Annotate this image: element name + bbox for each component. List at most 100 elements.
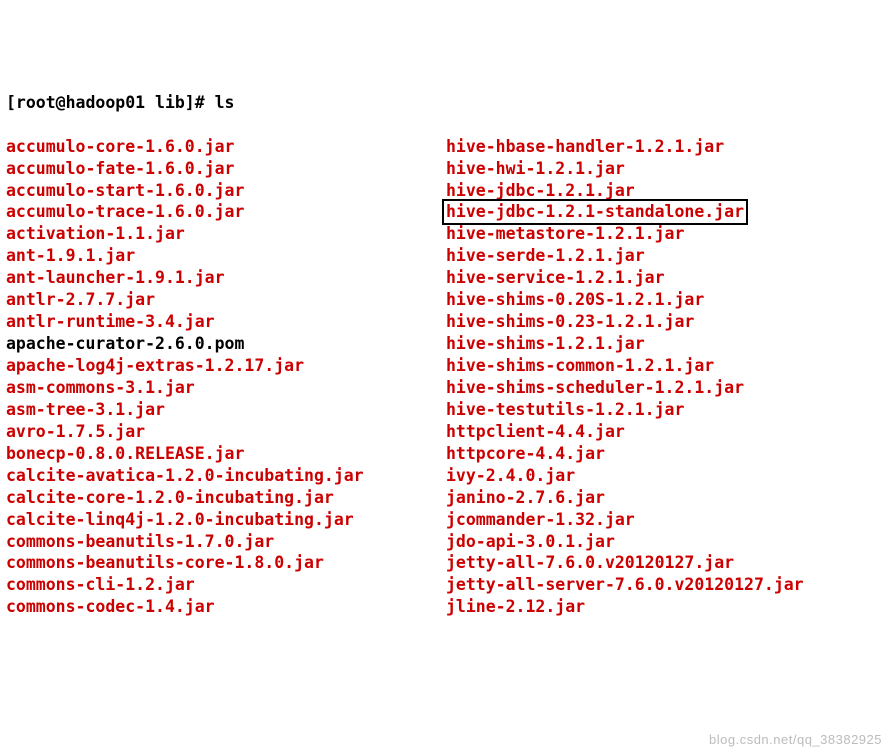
file-name: commons-beanutils-1.7.0.jar: [6, 532, 274, 551]
file-entry: bonecp-0.8.0.RELEASE.jar: [6, 443, 446, 465]
file-entry: hive-service-1.2.1.jar: [446, 267, 665, 289]
file-entry: jcommander-1.32.jar: [446, 509, 635, 531]
watermark-text: blog.csdn.net/qq_38382925: [709, 731, 882, 748]
file-entry: apache-log4j-extras-1.2.17.jar: [6, 355, 446, 377]
file-entry: calcite-avatica-1.2.0-incubating.jar: [6, 465, 446, 487]
file-name: ant-1.9.1.jar: [6, 246, 135, 265]
ls-row: calcite-core-1.2.0-incubating.jar janino-…: [6, 487, 882, 509]
file-entry: hive-shims-0.23-1.2.1.jar: [446, 311, 694, 333]
file-entry: hive-hbase-handler-1.2.1.jar: [446, 136, 724, 158]
file-name: accumulo-core-1.6.0.jar: [6, 137, 234, 156]
ls-row: commons-cli-1.2.jar jetty-all-server-7.6.…: [6, 574, 882, 596]
file-name: jetty-all-server-7.6.0.v20120127.jar: [446, 575, 804, 594]
file-entry: accumulo-start-1.6.0.jar: [6, 180, 446, 202]
file-name: asm-tree-3.1.jar: [6, 400, 165, 419]
file-name: commons-beanutils-core-1.8.0.jar: [6, 553, 324, 572]
file-entry: janino-2.7.6.jar: [446, 487, 605, 509]
file-name: calcite-core-1.2.0-incubating.jar: [6, 488, 334, 507]
file-name: ant-launcher-1.9.1.jar: [6, 268, 225, 287]
file-entry: hive-shims-0.20S-1.2.1.jar: [446, 289, 704, 311]
file-entry: jline-2.12.jar: [446, 596, 585, 618]
file-name: janino-2.7.6.jar: [446, 488, 605, 507]
file-name: hive-jdbc-1.2.1-standalone.jar: [446, 202, 744, 221]
file-entry: commons-cli-1.2.jar: [6, 574, 446, 596]
file-entry: accumulo-trace-1.6.0.jar: [6, 201, 446, 223]
file-name: accumulo-trace-1.6.0.jar: [6, 202, 244, 221]
file-entry: jetty-all-7.6.0.v20120127.jar: [446, 552, 734, 574]
file-name: accumulo-fate-1.6.0.jar: [6, 159, 234, 178]
file-name: jetty-all-7.6.0.v20120127.jar: [446, 553, 734, 572]
file-name: hive-hbase-handler-1.2.1.jar: [446, 137, 724, 156]
file-name: calcite-linq4j-1.2.0-incubating.jar: [6, 510, 354, 529]
file-name: hive-shims-1.2.1.jar: [446, 334, 645, 353]
file-entry: asm-tree-3.1.jar: [6, 399, 446, 421]
file-entry: avro-1.7.5.jar: [6, 421, 446, 443]
file-name: httpcore-4.4.jar: [446, 444, 605, 463]
ls-row: asm-commons-3.1.jar hive-shims-scheduler-…: [6, 377, 882, 399]
file-name: accumulo-start-1.6.0.jar: [6, 181, 244, 200]
shell-prompt: [root@hadoop01 lib]# ls: [6, 92, 882, 114]
ls-row: commons-beanutils-1.7.0.jar jdo-api-3.0.1…: [6, 531, 882, 553]
file-entry: calcite-core-1.2.0-incubating.jar: [6, 487, 446, 509]
file-entry: jetty-all-server-7.6.0.v20120127.jar: [446, 574, 804, 596]
file-entry: antlr-runtime-3.4.jar: [6, 311, 446, 333]
file-name: hive-service-1.2.1.jar: [446, 268, 665, 287]
file-name: asm-commons-3.1.jar: [6, 378, 195, 397]
file-name: ivy-2.4.0.jar: [446, 466, 575, 485]
file-entry: hive-metastore-1.2.1.jar: [446, 223, 684, 245]
file-name: commons-codec-1.4.jar: [6, 597, 215, 616]
ls-row: commons-beanutils-core-1.8.0.jar jetty-al…: [6, 552, 882, 574]
ls-row: accumulo-fate-1.6.0.jar hive-hwi-1.2.1.ja…: [6, 158, 882, 180]
file-entry: commons-beanutils-core-1.8.0.jar: [6, 552, 446, 574]
file-name: calcite-avatica-1.2.0-incubating.jar: [6, 466, 364, 485]
ls-row: apache-curator-2.6.0.pom hive-shims-1.2.1…: [6, 333, 882, 355]
file-name: activation-1.1.jar: [6, 224, 185, 243]
ls-row: activation-1.1.jar hive-metastore-1.2.1.j…: [6, 223, 882, 245]
ls-row: antlr-2.7.7.jar hive-shims-0.20S-1.2.1.ja…: [6, 289, 882, 311]
file-entry: hive-jdbc-1.2.1.jar: [446, 180, 635, 202]
file-name: hive-shims-common-1.2.1.jar: [446, 356, 714, 375]
ls-row: calcite-avatica-1.2.0-incubating.jar ivy-…: [6, 465, 882, 487]
file-entry: antlr-2.7.7.jar: [6, 289, 446, 311]
file-entry: ant-launcher-1.9.1.jar: [6, 267, 446, 289]
file-name: avro-1.7.5.jar: [6, 422, 145, 441]
file-name: hive-jdbc-1.2.1.jar: [446, 181, 635, 200]
file-entry: jdo-api-3.0.1.jar: [446, 531, 615, 553]
file-name: hive-hwi-1.2.1.jar: [446, 159, 625, 178]
highlight-box: hive-jdbc-1.2.1-standalone.jar: [442, 199, 748, 225]
file-name: antlr-2.7.7.jar: [6, 290, 155, 309]
file-entry: apache-curator-2.6.0.pom: [6, 333, 446, 355]
file-entry: hive-jdbc-1.2.1-standalone.jar: [446, 201, 748, 223]
file-entry: accumulo-core-1.6.0.jar: [6, 136, 446, 158]
file-entry: hive-shims-scheduler-1.2.1.jar: [446, 377, 744, 399]
file-name: hive-serde-1.2.1.jar: [446, 246, 645, 265]
file-entry: httpcore-4.4.jar: [446, 443, 605, 465]
ls-row: apache-log4j-extras-1.2.17.jarhive-shims…: [6, 355, 882, 377]
ls-row: accumulo-start-1.6.0.jar hive-jdbc-1.2.1.…: [6, 180, 882, 202]
file-entry: accumulo-fate-1.6.0.jar: [6, 158, 446, 180]
ls-row: bonecp-0.8.0.RELEASE.jar httpcore-4.4.jar: [6, 443, 882, 465]
file-name: hive-shims-0.20S-1.2.1.jar: [446, 290, 704, 309]
file-entry: activation-1.1.jar: [6, 223, 446, 245]
file-name: commons-cli-1.2.jar: [6, 575, 195, 594]
file-name-plain: apache-curator-2.6.0.pom: [6, 334, 244, 353]
file-name: hive-metastore-1.2.1.jar: [446, 224, 684, 243]
ls-row: calcite-linq4j-1.2.0-incubating.jar jcomm…: [6, 509, 882, 531]
file-entry: calcite-linq4j-1.2.0-incubating.jar: [6, 509, 446, 531]
file-entry: hive-testutils-1.2.1.jar: [446, 399, 684, 421]
file-name: jcommander-1.32.jar: [446, 510, 635, 529]
file-entry: httpclient-4.4.jar: [446, 421, 625, 443]
file-name: bonecp-0.8.0.RELEASE.jar: [6, 444, 244, 463]
file-entry: hive-shims-1.2.1.jar: [446, 333, 645, 355]
file-name: hive-shims-scheduler-1.2.1.jar: [446, 378, 744, 397]
ls-row: ant-1.9.1.jar hive-serde-1.2.1.jar: [6, 245, 882, 267]
ls-row: ant-launcher-1.9.1.jar hive-service-1.2.1…: [6, 267, 882, 289]
file-name: hive-testutils-1.2.1.jar: [446, 400, 684, 419]
file-name: httpclient-4.4.jar: [446, 422, 625, 441]
file-name: jline-2.12.jar: [446, 597, 585, 616]
file-name: hive-shims-0.23-1.2.1.jar: [446, 312, 694, 331]
ls-row: commons-codec-1.4.jar jline-2.12.jar: [6, 596, 882, 618]
file-entry: hive-serde-1.2.1.jar: [446, 245, 645, 267]
file-entry: hive-hwi-1.2.1.jar: [446, 158, 625, 180]
ls-output: accumulo-core-1.6.0.jar hive-hbase-handle…: [6, 136, 882, 619]
